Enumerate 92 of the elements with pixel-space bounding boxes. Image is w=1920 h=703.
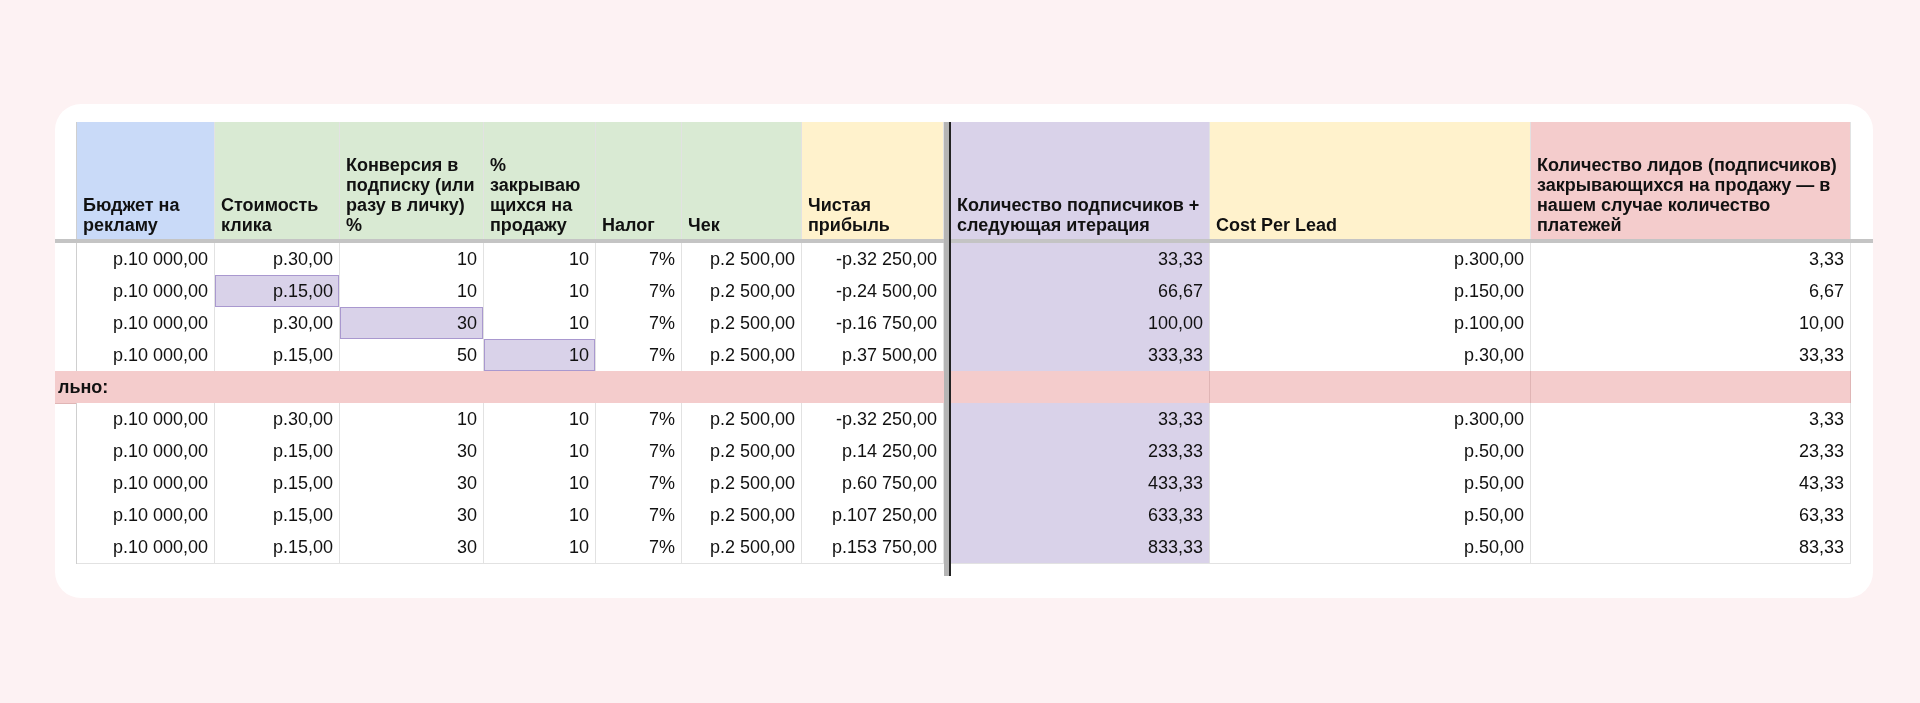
column-header: Налог (596, 122, 682, 239)
table-cell: 433,33 (951, 467, 1210, 500)
table-cell: р.2 500,00 (682, 403, 802, 436)
table-cell: 66,67 (951, 275, 1210, 308)
table-cell: р.15,00 (215, 275, 340, 308)
table-cell: р.15,00 (215, 531, 340, 564)
table-cell: р.50,00 (1210, 435, 1531, 468)
column-header: Стоимость клика (215, 122, 340, 239)
table-cell: 10 (340, 403, 484, 436)
section-label: льно: (55, 371, 944, 404)
table-cell: р.2 500,00 (682, 307, 802, 340)
table-cell: р.10 000,00 (77, 275, 215, 308)
table-cell: 43,33 (1531, 467, 1851, 500)
table-cell: р.15,00 (215, 339, 340, 372)
table-cell: р.2 500,00 (682, 275, 802, 308)
table-cell: р.50,00 (1210, 467, 1531, 500)
table-cell: р.30,00 (1210, 339, 1531, 372)
table-cell: р.10 000,00 (77, 531, 215, 564)
table-cell: 3,33 (1531, 403, 1851, 436)
table-cell: р.10 000,00 (77, 339, 215, 372)
table-cell: р.2 500,00 (682, 499, 802, 532)
table-cell: 10 (484, 275, 596, 308)
table-cell: р.30,00 (215, 403, 340, 436)
table-cell: 7% (596, 499, 682, 532)
table-cell: р.10 000,00 (77, 467, 215, 500)
table-cell: 333,33 (951, 339, 1210, 372)
table-cell: р.10 000,00 (77, 499, 215, 532)
table-cell: 30 (340, 531, 484, 564)
table-cell: р.100,00 (1210, 307, 1531, 340)
table-cell: 83,33 (1531, 531, 1851, 564)
table-cell: 50 (340, 339, 484, 372)
table-cell: 30 (340, 499, 484, 532)
table-cell: 7% (596, 531, 682, 564)
table-cell: 10 (484, 339, 596, 372)
table-cell: 7% (596, 339, 682, 372)
table-cell: р.2 500,00 (682, 467, 802, 500)
table-cell: 30 (340, 435, 484, 468)
table-cell: -р.32 250,00 (802, 403, 944, 436)
column-header: Чек (682, 122, 802, 239)
table-cell: 833,33 (951, 531, 1210, 564)
column-header: Количество лидов (подписчиков) закрывающихся на продажу — в нашем случае количество платежей (1531, 122, 1851, 239)
table-cell: 10 (484, 403, 596, 436)
table-cell: р.30,00 (215, 307, 340, 340)
table-cell: 7% (596, 275, 682, 308)
column-header: Количество подписчиков + следующая итерация (951, 122, 1210, 239)
table-cell: 100,00 (951, 307, 1210, 340)
table-cell: 33,33 (951, 403, 1210, 436)
table-cell: -р.16 750,00 (802, 307, 944, 340)
table-cell: р.15,00 (215, 435, 340, 468)
table-cell: 10 (484, 435, 596, 468)
table-cell: р.2 500,00 (682, 435, 802, 468)
table-cell: р.10 000,00 (77, 403, 215, 436)
table-cell: р.300,00 (1210, 403, 1531, 436)
table-cell: 7% (596, 467, 682, 500)
table-cell: 30 (340, 467, 484, 500)
table-cell: р.15,00 (215, 499, 340, 532)
table-cell: р.60 750,00 (802, 467, 944, 500)
table-cell: 10 (484, 307, 596, 340)
table-cell: р.153 750,00 (802, 531, 944, 564)
table-cell: р.50,00 (1210, 531, 1531, 564)
column-header: Чистая прибыль (802, 122, 944, 239)
table-cell: 10 (484, 499, 596, 532)
table-cell: р.50,00 (1210, 499, 1531, 532)
table-cell: р.2 500,00 (682, 339, 802, 372)
table-cell: р.15,00 (215, 467, 340, 500)
table-cell: 33,33 (1531, 339, 1851, 372)
table-cell: -р.24 500,00 (802, 275, 944, 308)
table-cell: р.37 500,00 (802, 339, 944, 372)
column-header: Бюджет на рекламу (77, 122, 215, 239)
table-cell: 7% (596, 403, 682, 436)
column-header: Cost Per Lead (1210, 122, 1531, 239)
column-header: % закрываю щихся на продажу (484, 122, 596, 239)
table-cell: 7% (596, 435, 682, 468)
table-cell: 10 (340, 275, 484, 308)
column-header: Конверсия в подписку (или разу в личку) % (340, 122, 484, 239)
table-cell: р.2 500,00 (682, 531, 802, 564)
table-cell: р.14 250,00 (802, 435, 944, 468)
table-cell: 10 (484, 531, 596, 564)
table-cell: 633,33 (951, 499, 1210, 532)
table-cell: р.10 000,00 (77, 307, 215, 340)
table-cell: 23,33 (1531, 435, 1851, 468)
table-cell: 30 (340, 307, 484, 340)
table-cell: р.150,00 (1210, 275, 1531, 308)
table-cell: 10 (484, 467, 596, 500)
table-cell: 6,67 (1531, 275, 1851, 308)
table-cell: 33,33 (951, 243, 1210, 276)
table-cell: 63,33 (1531, 499, 1851, 532)
table-cell: р.107 250,00 (802, 499, 944, 532)
table-cell: р.10 000,00 (77, 435, 215, 468)
table-cell: 10,00 (1531, 307, 1851, 340)
table-cell: 7% (596, 307, 682, 340)
table-cell: 233,33 (951, 435, 1210, 468)
